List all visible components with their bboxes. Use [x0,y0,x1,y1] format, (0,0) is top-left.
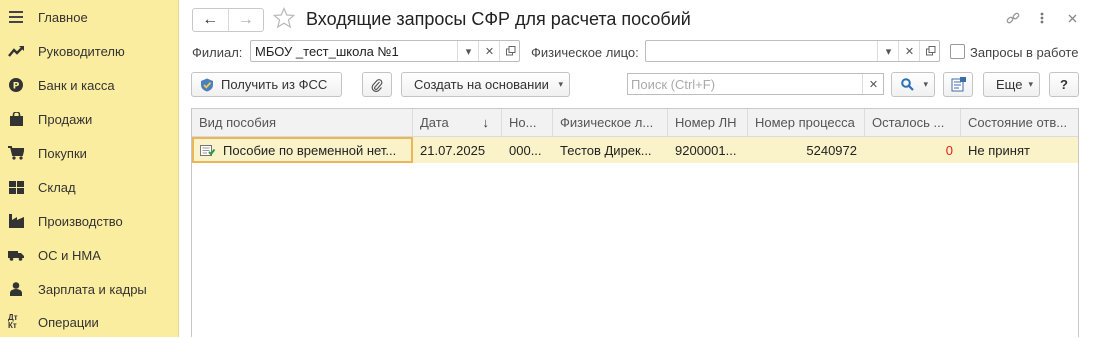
branch-value: МБОУ _тест_школа №1 [255,44,399,59]
column-header-process-number[interactable]: Номер процесса [748,109,865,136]
sidebar-item-label: Руководителю [38,43,125,59]
help-button[interactable]: ? [1049,72,1079,97]
create-based-on-button[interactable]: Создать на основании ▾ [401,72,570,97]
svg-text:Р: Р [13,82,20,92]
sidebar-item-label: Банк и касса [38,77,115,93]
paperclip-icon [371,78,383,92]
sidebar-item-purchases[interactable]: Покупки [0,136,178,170]
column-header-benefit-type[interactable]: Вид пособия [192,109,413,136]
help-label: ? [1060,77,1068,92]
arrow-right-icon: → [237,11,254,28]
attach-button[interactable] [362,72,392,97]
dropdown-arrow-icon[interactable]: ▾ [457,41,479,61]
cell-remaining[interactable]: 0 [865,137,961,163]
dropdown-arrow-icon: ▾ [1028,79,1033,89]
shopping-bag-icon [8,111,24,127]
search-clear-icon[interactable]: ✕ [862,74,884,94]
get-from-fss-button[interactable]: Получить из ФСС [191,72,342,97]
cell-state[interactable]: Не принят [961,137,1078,163]
sidebar-item-label: Продажи [38,111,93,127]
branch-label: Филиал: [192,45,243,60]
in-work-label: Запросы в работе [970,45,1079,60]
search-options-button[interactable]: ▾ [891,72,935,97]
trend-chart-icon [8,43,24,59]
fss-shield-icon [200,78,214,92]
page-title: Входящие запросы СФР для расчета пособий [306,9,691,29]
more-button[interactable]: Еще ▾ [983,72,1040,97]
sidebar-item-label: Зарплата и кадры [38,281,147,297]
sidebar-item-label: Главное [38,9,88,25]
dt-kt-icon: Дт Кт [8,314,24,330]
cell-benefit-type[interactable]: Пособие по временной нет... [192,137,413,163]
dropdown-arrow-icon: ▾ [558,79,563,89]
column-header-ln-number[interactable]: Номер ЛН [668,109,748,136]
dt-kt-icon-text: Дт Кт [8,313,18,330]
cell-process-number[interactable]: 5240972 [748,137,865,163]
create-based-on-label: Создать на основании [414,77,549,92]
requests-table: Вид пособия Дата ↓ Но... Физическое л...… [191,108,1079,337]
person-icon [8,281,24,297]
sidebar-item-production[interactable]: Производство [0,204,178,238]
cell-person[interactable]: Тестов Дирек... [553,137,668,163]
search-input[interactable] [631,75,856,93]
column-header-date[interactable]: Дата ↓ [413,109,502,136]
sidebar-item-sales[interactable]: Продажи [0,102,178,136]
more-vertical-icon[interactable] [1034,10,1050,26]
get-from-fss-label: Получить из ФСС [221,77,328,92]
branch-field[interactable]: МБОУ _тест_школа №1 ▾ ✕ [250,40,520,62]
warehouse-grid-icon [8,179,24,195]
column-header-person[interactable]: Физическое л... [553,109,668,136]
menu-lines-icon [8,9,24,25]
forward-button[interactable]: → [227,9,264,31]
in-work-checkbox[interactable] [950,44,965,59]
sidebar-item-label: Производство [38,213,123,229]
sidebar-item-label: Операции [38,314,99,330]
truck-icon [8,247,24,263]
cell-ln-number[interactable]: 9200001... [668,137,748,163]
table-row[interactable]: Пособие по временной нет... 21.07.2025 0… [192,137,1078,163]
history-nav: ← → [192,8,264,32]
dropdown-arrow-icon: ▾ [923,79,928,89]
person-field[interactable]: ▾ ✕ [645,40,940,62]
cell-date[interactable]: 21.07.2025 [413,137,502,163]
sidebar-item-warehouse[interactable]: Склад [0,170,178,204]
report-settings-button[interactable] [943,72,973,97]
search-icon [901,78,914,91]
arrow-left-icon: ← [202,11,219,28]
sidebar-item-label: Склад [38,179,76,195]
link-icon[interactable] [1005,10,1021,26]
clear-icon[interactable]: ✕ [898,41,920,61]
document-check-icon [200,144,215,157]
favorite-star-icon[interactable] [272,6,296,29]
close-icon[interactable] [1064,10,1080,26]
column-header-remaining[interactable]: Осталось ... [865,109,961,136]
column-header-number[interactable]: Но... [502,109,553,136]
factory-icon [8,213,24,229]
cell-number[interactable]: 000... [502,137,553,163]
sidebar-item-operations[interactable]: Дт Кт Операции [0,305,178,339]
sidebar-item-main[interactable]: Главное [0,0,178,34]
person-label: Физическое лицо: [531,45,639,60]
table-header: Вид пособия Дата ↓ Но... Физическое л...… [192,109,1078,137]
cart-icon [8,145,24,161]
search-box: ✕ [627,73,884,95]
clear-icon[interactable]: ✕ [478,41,500,61]
sidebar-item-label: Покупки [38,145,87,161]
back-button[interactable]: ← [193,9,228,31]
report-settings-icon [951,77,966,92]
sort-descending-icon: ↓ [482,115,490,130]
column-header-state[interactable]: Состояние отв... [961,109,1078,136]
more-label: Еще [996,77,1023,92]
sidebar: Главное Руководителю Р Банк и касса Прод… [0,0,179,337]
sidebar-item-salary[interactable]: Зарплата и кадры [0,272,178,306]
sidebar-item-manager[interactable]: Руководителю [0,34,178,68]
sidebar-item-label: ОС и НМА [38,247,101,263]
coin-icon: Р [8,77,24,93]
open-icon[interactable] [499,41,521,61]
sidebar-item-fixed-assets[interactable]: ОС и НМА [0,238,178,272]
sidebar-item-bank[interactable]: Р Банк и касса [0,68,178,102]
open-icon[interactable] [919,41,941,61]
dropdown-arrow-icon[interactable]: ▾ [877,41,899,61]
